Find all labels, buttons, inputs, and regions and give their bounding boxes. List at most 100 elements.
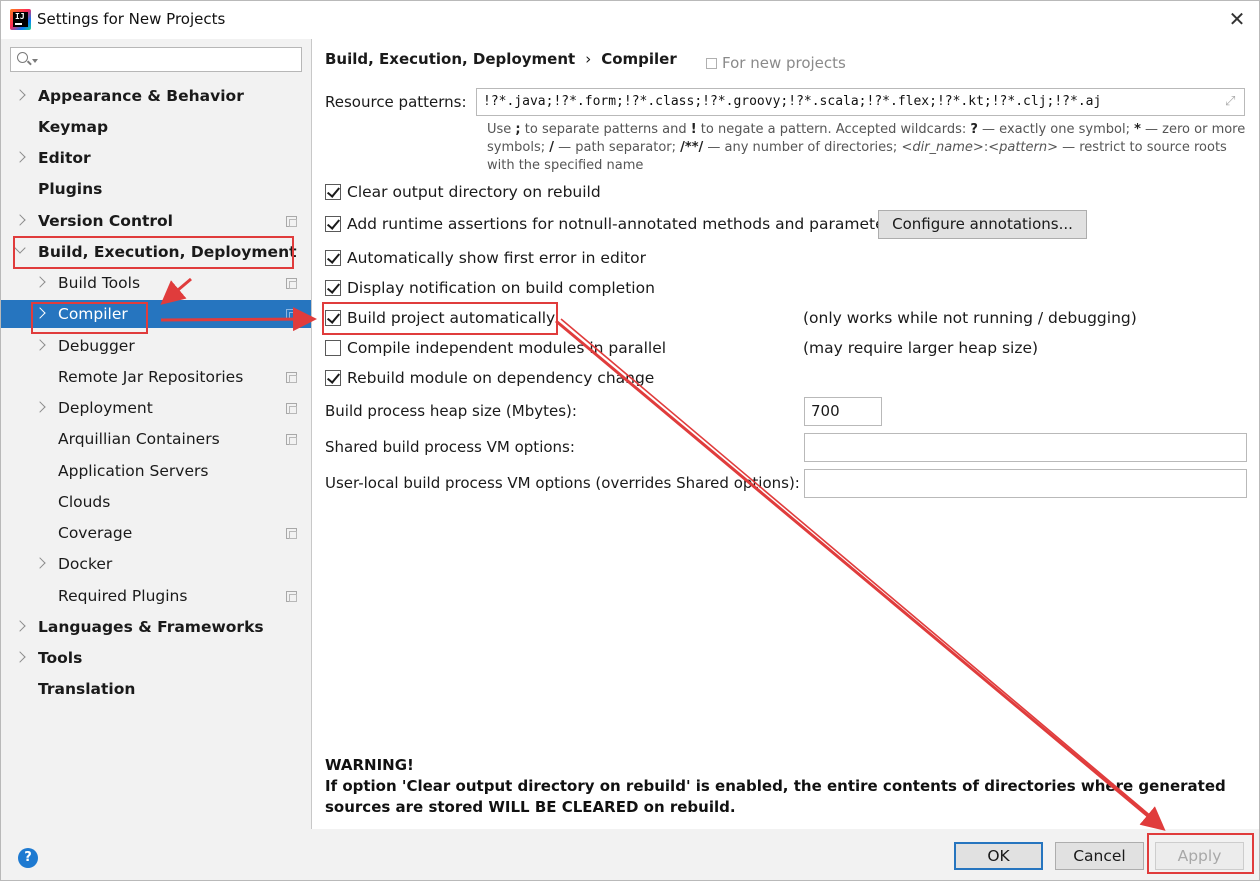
sidebar-item-label: Debugger — [58, 337, 135, 355]
heap-size-input[interactable]: 700 — [804, 397, 882, 426]
heap-size-label: Build process heap size (Mbytes): — [325, 402, 577, 420]
sidebar-item-application-servers[interactable]: Application Servers — [1, 457, 311, 485]
resource-patterns-label: Resource patterns: — [325, 93, 467, 111]
compiler-settings-panel: Build, Execution, Deployment › Compiler Fo… — [313, 39, 1259, 829]
resource-patterns-input[interactable]: !?*.java;!?*.form;!?*.class;!?*.groovy;!… — [476, 88, 1245, 116]
sidebar-item-compiler[interactable]: Compiler — [1, 300, 311, 328]
shared-vm-options-label: Shared build process VM options: — [325, 438, 575, 456]
checkbox-label: Rebuild module on dependency change — [347, 369, 655, 387]
settings-sidebar: Appearance & Behavior Keymap Editor Plug… — [1, 39, 312, 829]
sidebar-item-tools[interactable]: Tools — [1, 644, 311, 672]
sidebar-item-plugins[interactable]: Plugins — [1, 175, 311, 203]
sidebar-item-deployment[interactable]: Deployment — [1, 394, 311, 422]
sidebar-item-label: Coverage — [58, 524, 133, 542]
chevron-right-icon[interactable] — [14, 89, 26, 101]
sidebar-item-label: Keymap — [38, 118, 109, 136]
sidebar-item-build-execution-deployment[interactable]: Build, Execution, Deployment — [1, 238, 311, 266]
sidebar-item-label: Tools — [38, 649, 83, 667]
project-scope-icon — [286, 309, 297, 320]
parallel-note: (may require larger heap size) — [803, 339, 1039, 357]
sidebar-item-languages-frameworks[interactable]: Languages & Frameworks — [1, 613, 311, 641]
chevron-right-icon[interactable] — [14, 620, 26, 632]
shared-vm-options-input[interactable] — [804, 433, 1247, 462]
window-title: Settings for New Projects — [37, 10, 226, 28]
sidebar-item-clouds[interactable]: Clouds — [1, 488, 311, 516]
checkbox-label: Automatically show first error in editor — [347, 249, 647, 267]
sidebar-item-editor[interactable]: Editor — [1, 144, 311, 172]
dialog-footer: ? OK Cancel Apply — [1, 829, 1259, 880]
chevron-right-icon[interactable] — [14, 214, 26, 226]
settings-search-input[interactable] — [10, 47, 302, 72]
warning-message: WARNING! If option 'Clear output director… — [325, 755, 1245, 818]
expand-icon[interactable]: ⤢ — [1225, 95, 1239, 109]
chevron-right-icon[interactable] — [34, 276, 46, 288]
checkbox-box[interactable] — [325, 340, 341, 356]
sidebar-item-build-tools[interactable]: Build Tools — [1, 269, 311, 297]
build-auto-note: (only works while not running / debuggin… — [803, 309, 1137, 327]
sidebar-item-docker[interactable]: Docker — [1, 550, 311, 578]
warning-text: If option 'Clear output directory on reb… — [325, 777, 1226, 816]
sidebar-item-version-control[interactable]: Version Control — [1, 207, 311, 235]
ok-button[interactable]: OK — [954, 842, 1043, 870]
sidebar-item-translation[interactable]: Translation — [1, 675, 311, 703]
sidebar-item-label: Compiler — [58, 305, 128, 323]
sidebar-item-label: Build Tools — [58, 274, 141, 292]
sidebar-item-label: Translation — [38, 680, 136, 698]
sidebar-item-label: Clouds — [58, 493, 111, 511]
intellij-idea-logo-icon: IJ — [10, 9, 31, 30]
checkbox-box[interactable] — [325, 370, 341, 386]
sidebar-item-coverage[interactable]: Coverage — [1, 519, 311, 547]
checkbox-box[interactable] — [325, 310, 341, 326]
checkbox-label: Compile independent modules in parallel — [347, 339, 667, 357]
resource-patterns-hint: Use ; to separate patterns and ! to nega… — [487, 122, 1246, 173]
sidebar-item-label: Plugins — [38, 180, 103, 198]
title-bar: IJ Settings for New Projects ✕ — [1, 1, 1259, 39]
sidebar-item-label: Build, Execution, Deployment — [38, 243, 297, 261]
user-local-vm-options-label: User-local build process VM options (ove… — [325, 474, 800, 492]
chevron-right-icon[interactable] — [34, 401, 46, 413]
sidebar-item-keymap[interactable]: Keymap — [1, 113, 311, 141]
checkbox-label: Clear output directory on rebuild — [347, 183, 601, 201]
project-scope-icon — [286, 278, 297, 289]
checkbox-box[interactable] — [325, 216, 341, 232]
project-scope-icon — [286, 528, 297, 539]
chevron-right-icon[interactable] — [34, 557, 46, 569]
chevron-down-icon[interactable] — [32, 59, 38, 63]
scope-label: For new projects — [722, 54, 846, 72]
settings-window: IJ Settings for New Projects ✕ Appearanc… — [0, 0, 1260, 881]
breadcrumb-separator: › — [585, 50, 592, 68]
cancel-button[interactable]: Cancel — [1055, 842, 1144, 870]
scope-indicator: For new projects — [706, 54, 846, 72]
sidebar-item-debugger[interactable]: Debugger — [1, 332, 311, 360]
project-scope-icon — [286, 403, 297, 414]
chevron-right-icon[interactable] — [34, 307, 46, 319]
chevron-right-icon[interactable] — [14, 151, 26, 163]
configure-annotations-button[interactable]: Configure annotations... — [878, 210, 1087, 239]
help-icon[interactable]: ? — [18, 848, 38, 868]
project-scope-icon — [286, 372, 297, 383]
project-scope-icon — [286, 434, 297, 445]
sidebar-item-label: Appearance & Behavior — [38, 87, 244, 105]
chevron-right-icon[interactable] — [14, 651, 26, 663]
sidebar-item-label: Editor — [38, 149, 91, 167]
apply-button[interactable]: Apply — [1155, 842, 1244, 870]
project-scope-icon — [286, 591, 297, 602]
project-scope-icon — [286, 216, 297, 227]
user-local-vm-options-input[interactable] — [804, 469, 1247, 498]
sidebar-item-label: Required Plugins — [58, 587, 188, 605]
close-icon[interactable]: ✕ — [1227, 9, 1247, 29]
sidebar-item-label: Deployment — [58, 399, 153, 417]
sidebar-item-remote-jar-repositories[interactable]: Remote Jar Repositories — [1, 363, 311, 391]
chevron-down-icon[interactable] — [14, 242, 26, 254]
sidebar-item-appearance-behavior[interactable]: Appearance & Behavior — [1, 82, 311, 110]
sidebar-item-arquillian-containers[interactable]: Arquillian Containers — [1, 425, 311, 453]
sidebar-item-required-plugins[interactable]: Required Plugins — [1, 582, 311, 610]
checkbox-box[interactable] — [325, 280, 341, 296]
sidebar-item-label: Application Servers — [58, 462, 209, 480]
breadcrumb-parent[interactable]: Build, Execution, Deployment — [325, 50, 575, 68]
checkbox-box[interactable] — [325, 184, 341, 200]
checkbox-box[interactable] — [325, 250, 341, 266]
breadcrumb: Build, Execution, Deployment › Compiler — [325, 50, 677, 68]
chevron-right-icon[interactable] — [34, 339, 46, 351]
sidebar-item-label: Version Control — [38, 212, 173, 230]
